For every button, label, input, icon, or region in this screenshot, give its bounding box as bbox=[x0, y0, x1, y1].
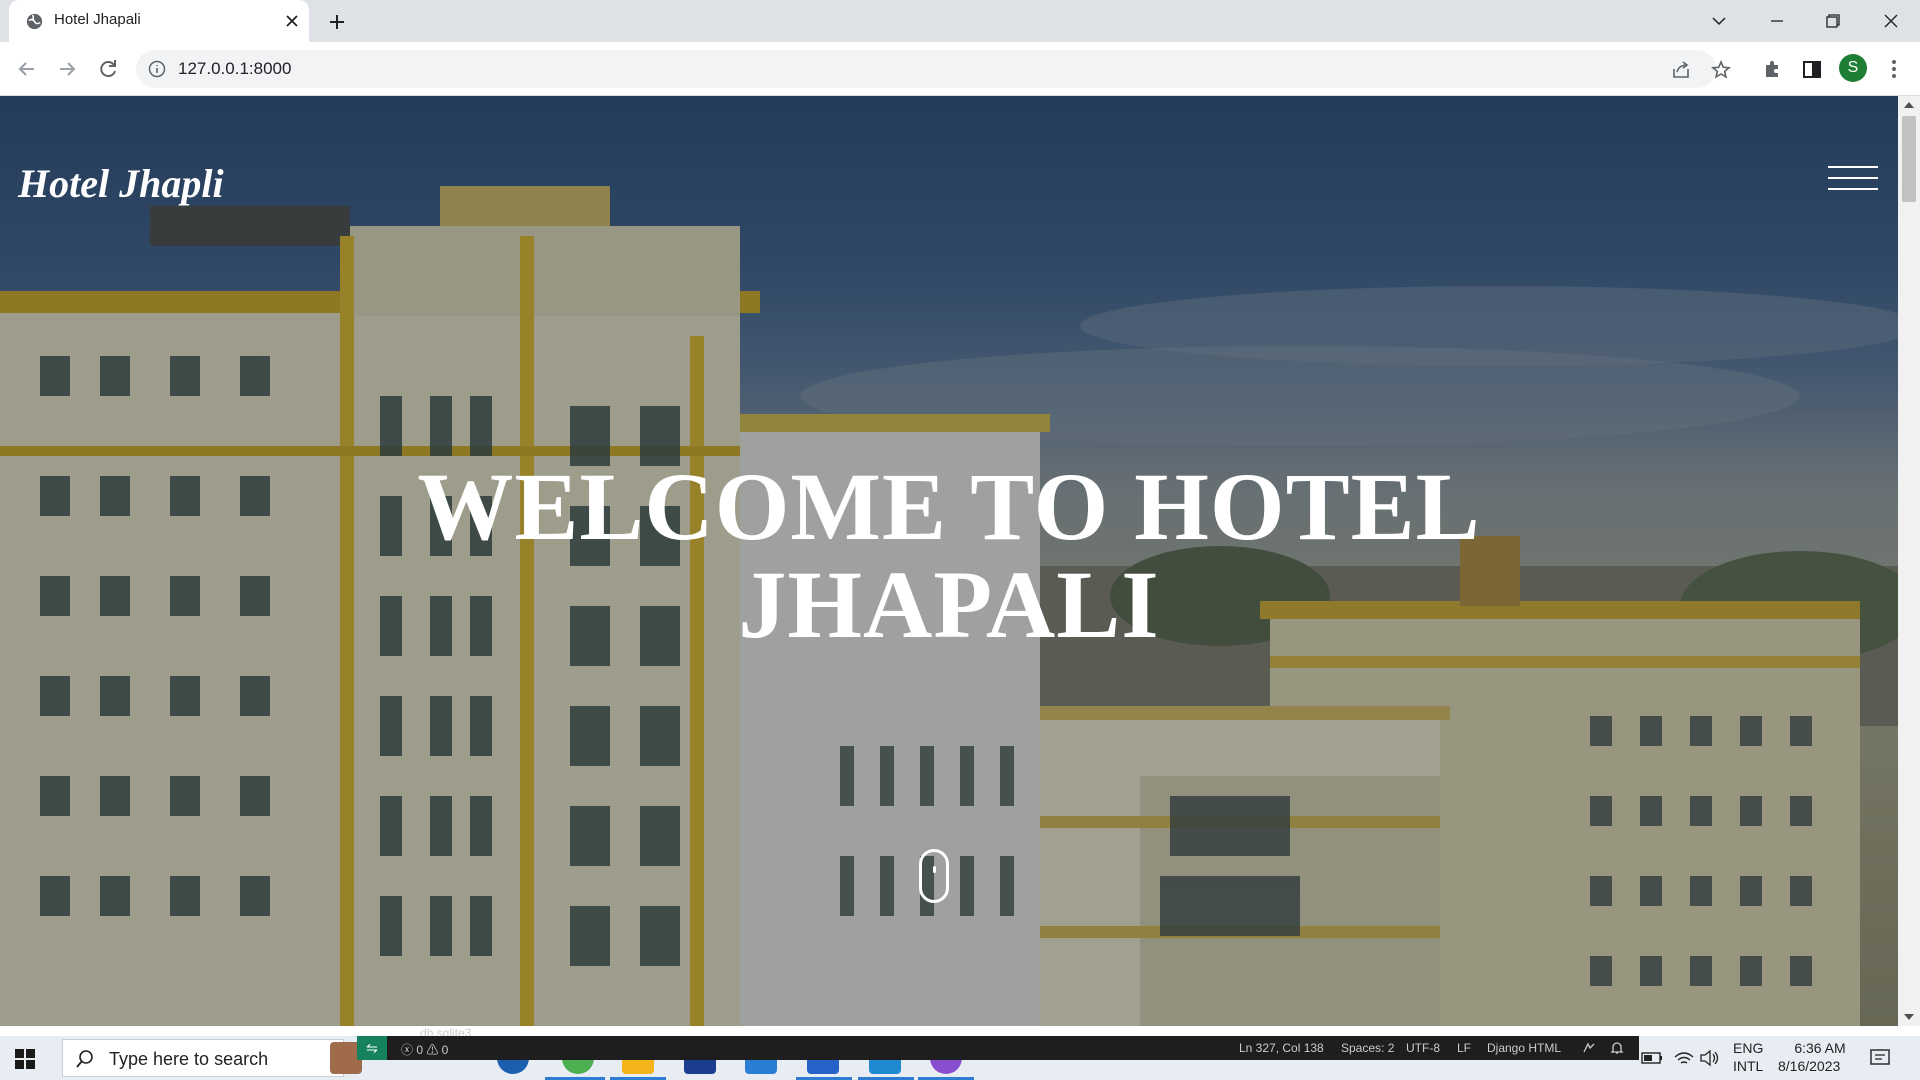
feedback-icon[interactable] bbox=[1581, 1040, 1597, 1056]
hero-heading-line-2: JHAPALI bbox=[738, 551, 1160, 658]
reload-icon[interactable] bbox=[94, 55, 122, 83]
share-icon[interactable] bbox=[1670, 59, 1692, 81]
hamburger-menu-icon[interactable] bbox=[1828, 166, 1878, 196]
scroll-down-mouse-icon[interactable] bbox=[919, 849, 949, 903]
site-brand-logo[interactable]: Hotel Jhapli bbox=[18, 160, 224, 207]
search-icon bbox=[76, 1050, 93, 1068]
problems-indicator[interactable]: ⓧ 0 ⚠ 0 bbox=[401, 1041, 448, 1058]
hero-heading-line-1: WELCOME TO HOTEL bbox=[417, 453, 1481, 560]
notifications-icon[interactable] bbox=[1868, 1046, 1892, 1070]
close-icon[interactable] bbox=[281, 10, 303, 32]
info-icon[interactable] bbox=[148, 60, 166, 78]
chevron-down-icon[interactable] bbox=[1702, 6, 1736, 36]
browser-tabstrip: Hotel Jhapali bbox=[0, 0, 1920, 42]
browser-toolbar: 127.0.0.1:8000 S bbox=[0, 42, 1920, 96]
windows-start-icon[interactable] bbox=[14, 1048, 36, 1070]
extensions-icon[interactable] bbox=[1758, 55, 1786, 83]
new-tab-icon[interactable] bbox=[325, 10, 349, 34]
keyboard-layout-indicator[interactable]: INTL bbox=[1733, 1058, 1763, 1074]
address-bar[interactable]: 127.0.0.1:8000 bbox=[136, 50, 1731, 88]
cursor-position[interactable]: Ln 327, Col 138 bbox=[1239, 1041, 1324, 1055]
restore-icon[interactable] bbox=[1816, 6, 1850, 36]
tab-title: Hotel Jhapali bbox=[54, 11, 141, 28]
remote-indicator-icon[interactable]: ⇋ bbox=[357, 1036, 387, 1060]
scrollbar-thumb[interactable] bbox=[1902, 116, 1916, 202]
forward-arrow-icon[interactable] bbox=[53, 55, 81, 83]
scroll-down-arrow-icon[interactable] bbox=[1904, 1014, 1914, 1020]
battery-icon[interactable] bbox=[1640, 1047, 1664, 1069]
vscode-status-bar: ⇋ ⓧ 0 ⚠ 0 Ln 327, Col 138 Spaces: 2 UTF-… bbox=[357, 1036, 1639, 1060]
encoding-setting[interactable]: UTF-8 bbox=[1406, 1041, 1440, 1055]
page-viewport: Hotel Jhapli WELCOME TO HOTEL JHAPALI bbox=[0, 96, 1898, 1026]
more-menu-icon[interactable] bbox=[1880, 55, 1908, 83]
window-close-icon[interactable] bbox=[1874, 6, 1908, 36]
side-panel-icon[interactable] bbox=[1798, 55, 1826, 83]
url-text[interactable]: 127.0.0.1:8000 bbox=[178, 59, 291, 79]
globe-icon bbox=[26, 13, 43, 30]
profile-avatar[interactable]: S bbox=[1839, 54, 1867, 82]
volume-icon[interactable] bbox=[1698, 1047, 1722, 1069]
taskbar-search-box[interactable]: Type here to search bbox=[62, 1039, 344, 1077]
mouse-wheel-dot bbox=[933, 866, 936, 873]
clock-date[interactable]: 8/16/2023 bbox=[1778, 1058, 1840, 1074]
scroll-up-arrow-icon[interactable] bbox=[1904, 102, 1914, 108]
hero-heading: WELCOME TO HOTEL JHAPALI bbox=[0, 458, 1898, 654]
network-icon[interactable] bbox=[1672, 1047, 1696, 1069]
bell-icon[interactable] bbox=[1609, 1040, 1625, 1056]
eol-setting[interactable]: LF bbox=[1457, 1041, 1471, 1055]
clock-time[interactable]: 6:36 AM bbox=[1784, 1040, 1856, 1056]
page-scrollbar[interactable] bbox=[1898, 96, 1920, 1026]
language-mode[interactable]: Django HTML bbox=[1487, 1041, 1561, 1055]
minimize-icon[interactable] bbox=[1760, 6, 1794, 36]
bookmark-star-icon[interactable] bbox=[1710, 59, 1732, 81]
browser-tab[interactable]: Hotel Jhapali bbox=[9, 0, 309, 42]
indentation-setting[interactable]: Spaces: 2 bbox=[1341, 1041, 1394, 1055]
search-placeholder: Type here to search bbox=[109, 1049, 269, 1069]
language-indicator[interactable]: ENG bbox=[1733, 1040, 1763, 1056]
back-arrow-icon[interactable] bbox=[13, 55, 41, 83]
